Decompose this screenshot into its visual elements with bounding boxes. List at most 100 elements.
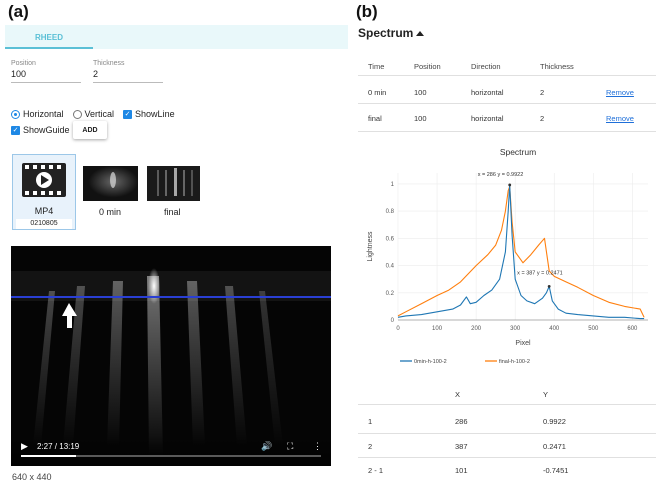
rheed-tabbar: RHEED [5, 25, 348, 49]
table-divider [358, 457, 656, 458]
y-tick-label: 0.8 [386, 209, 395, 215]
volume-icon[interactable]: 🔊 [261, 442, 272, 451]
panel-label-b: (b) [356, 2, 378, 21]
result-id: 2 - 1 [368, 466, 384, 475]
col-header-direction: Direction [471, 62, 501, 71]
row-position: 100 [414, 88, 427, 97]
y-tick-label: 0.4 [386, 264, 395, 270]
x-tick-label: 200 [471, 326, 482, 332]
thumbnail-0min[interactable] [83, 166, 138, 201]
thumbnail-final[interactable] [147, 166, 200, 201]
y-tick-label: 0.6 [386, 236, 395, 242]
legend-label: 0min-h-100-2 [414, 359, 447, 365]
col-header-position: Position [414, 62, 441, 71]
table-divider [358, 75, 656, 76]
row-position: 100 [414, 114, 427, 123]
col-header-time: Time [368, 62, 385, 71]
row-thickness: 2 [540, 88, 545, 97]
showguide-checkbox[interactable]: ✓ [11, 125, 20, 135]
series-line-final-h-100-2 [397, 186, 645, 318]
chart-title: Spectrum [500, 147, 536, 157]
result-x: 101 [455, 466, 468, 475]
remove-link[interactable]: Remove [606, 88, 634, 97]
x-tick-label: 300 [510, 326, 521, 332]
remove-link[interactable]: Remove [606, 114, 634, 123]
rheed-pattern-image [11, 246, 331, 466]
results-header-y: Y [543, 390, 549, 399]
result-x: 387 [455, 442, 468, 451]
showguide-option: ✓ ShowGuide [11, 125, 70, 135]
play-icon[interactable]: ▶ [21, 442, 28, 451]
x-tick-label: 600 [627, 326, 638, 332]
video-time: 2:27 / 13:19 [37, 442, 80, 451]
row-direction: horizontal [471, 114, 504, 123]
result-y: 0.2471 [543, 442, 566, 451]
position-input[interactable]: 100 [11, 69, 81, 83]
horizontal-label: Horizontal [23, 109, 64, 119]
more-options-icon[interactable]: ⋮ [313, 442, 322, 451]
position-field[interactable]: Position 100 [11, 60, 81, 83]
thumbnail-0min-label: 0 min [99, 207, 122, 217]
direction-options: Horizontal Vertical ✓ ShowLine [11, 109, 175, 119]
spectrum-chart[interactable]: 0 0.2 0.4 0.6 0.8 1 0 100 200 300 400 500 600 Spectru… [358, 145, 658, 375]
result-id: 2 [368, 442, 373, 451]
thickness-input[interactable]: 2 [93, 69, 163, 83]
vertical-radio[interactable] [72, 109, 82, 119]
result-id: 1 [368, 417, 373, 426]
row-direction: horizontal [471, 88, 504, 97]
showline-checkbox[interactable]: ✓ [123, 109, 133, 119]
annotation-label: x = 387 y = 0.2471 [517, 270, 563, 276]
video-file-icon [22, 163, 66, 197]
video-size: 640 x 440 [12, 472, 52, 482]
showline-label: ShowLine [135, 109, 175, 119]
table-divider [358, 131, 656, 132]
position-label: Position [11, 60, 36, 67]
series-line-0min-h-100-2 [397, 184, 645, 320]
showguide-label: ShowGuide [23, 125, 70, 135]
mp4-label: MP4 [34, 206, 54, 216]
y-tick-label: 1 [391, 182, 395, 188]
x-tick-label: 500 [588, 326, 599, 332]
row-thickness: 2 [540, 114, 545, 123]
x-tick-label: 100 [432, 326, 443, 332]
annotation-point [508, 183, 512, 187]
annotation-label: x = 286 y = 0.9922 [478, 172, 524, 178]
rheed-video[interactable]: ▶ 2:27 / 13:19 🔊 ⛶ ⋮ [11, 246, 331, 466]
tab-rheed[interactable]: RHEED [5, 25, 93, 49]
results-header-x: X [455, 390, 461, 399]
tab-indicator [5, 47, 93, 49]
row-time: 0 min [368, 88, 387, 97]
result-x: 286 [455, 417, 468, 426]
video-progress-bar[interactable] [21, 455, 321, 457]
thumbnail-final-label: final [164, 207, 181, 217]
panel-label-a: (a) [8, 2, 29, 21]
add-button[interactable]: ADD [73, 121, 107, 139]
thickness-field[interactable]: Thickness 2 [93, 60, 163, 83]
table-divider [358, 433, 656, 434]
video-progress-fill [21, 455, 77, 457]
col-header-thickness: Thickness [540, 62, 574, 71]
mp4-card[interactable]: MP4 0210805 [12, 154, 76, 230]
row-time: final [368, 114, 382, 123]
legend-label: final-h-100-2 [499, 359, 530, 365]
result-y: 0.9922 [543, 417, 566, 426]
thickness-label: Thickness [93, 60, 125, 67]
mp4-sublabel: 0210805 [16, 219, 72, 229]
horizontal-radio[interactable] [11, 109, 20, 119]
vertical-label: Vertical [84, 109, 115, 119]
result-y: -0.7451 [543, 466, 569, 475]
y-axis-label: Lightness [367, 231, 374, 261]
annotation-point [547, 284, 551, 288]
x-tick-label: 400 [549, 326, 560, 332]
y-tick-label: 0 [391, 318, 395, 324]
spectrum-header[interactable]: Spectrum [358, 26, 425, 40]
y-tick-label: 0.2 [386, 291, 395, 297]
x-axis-label: Pixel [515, 340, 531, 347]
caret-up-icon [416, 30, 425, 36]
video-controls [11, 436, 331, 466]
table-divider [358, 103, 656, 104]
x-tick-label: 0 [396, 326, 400, 332]
table-divider [358, 404, 656, 405]
fullscreen-icon[interactable]: ⛶ [287, 442, 293, 451]
spectrum-title: Spectrum [358, 26, 414, 40]
